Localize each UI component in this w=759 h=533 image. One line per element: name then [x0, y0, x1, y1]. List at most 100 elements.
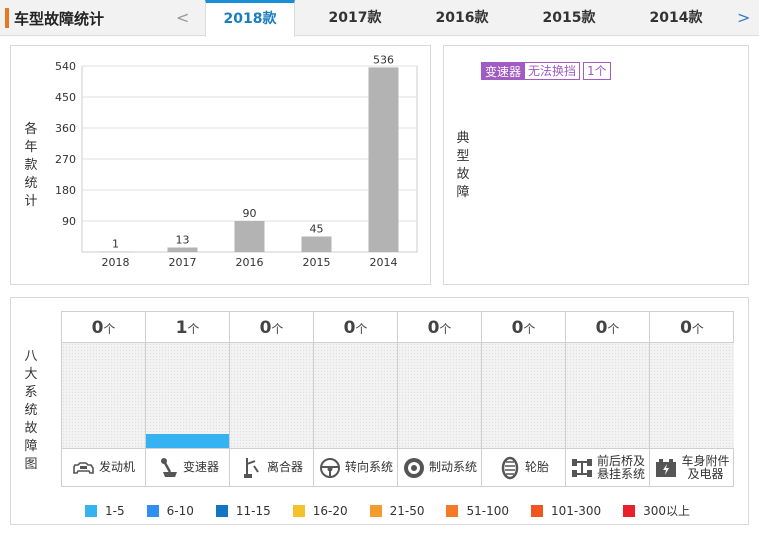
typical-fault-tag[interactable]: 变速器 无法换挡 1个: [481, 62, 611, 80]
system-count: 0个: [230, 312, 313, 343]
system-transmission[interactable]: 1个 变速器: [146, 312, 230, 486]
legend-label: 6-10: [166, 503, 194, 518]
system-bar-area: [230, 343, 313, 448]
typical-faults-side-label: 典型故障: [456, 131, 470, 200]
count-value: 0: [511, 318, 524, 338]
legend-swatch: [446, 504, 459, 517]
system-steering[interactable]: 0个 转向系统: [314, 312, 398, 486]
count-unit: 个: [271, 322, 284, 336]
count-unit: 个: [187, 322, 200, 336]
title-accent-bar: [5, 8, 9, 28]
legend-item: 6-10: [146, 502, 194, 519]
system-count: 0个: [566, 312, 649, 343]
legend-item: 1-5: [85, 502, 125, 519]
system-brake[interactable]: 0个 制动系统: [398, 312, 482, 486]
system-label: 转向系统: [314, 448, 397, 486]
system-bar-area: [62, 343, 145, 448]
header: 车型故障统计 < 2018款 2017款 2016款 2015款 2014款 >: [0, 0, 759, 37]
legend-swatch: [623, 504, 636, 517]
legend-swatch: [215, 504, 228, 517]
system-engine[interactable]: 0个 发动机: [62, 312, 146, 486]
system-body-electrical[interactable]: 0个 车身附件 及电器: [650, 312, 734, 486]
system-tire[interactable]: 0个 轮胎: [482, 312, 566, 486]
legend-item: 11-15: [215, 502, 271, 519]
axle-suspension-icon: [571, 458, 592, 477]
y-tick-label: 450: [55, 91, 76, 104]
count-value: 0: [91, 318, 104, 338]
systems-grid: 0个 发动机 1个 变速器 0个 离合器 0个 转向系统 0个 制动系统 0个 …: [61, 311, 734, 487]
page-title: 车型故障统计: [14, 9, 105, 28]
tab-2016[interactable]: 2016款: [417, 0, 507, 36]
bar-value-label: 45: [310, 223, 324, 236]
system-label: 制动系统: [398, 448, 481, 486]
y-tick-label: 180: [55, 184, 76, 197]
system-name: 发动机: [98, 460, 135, 474]
system-level-fill: [146, 434, 229, 448]
system-label: 离合器: [230, 448, 313, 486]
legend-label: 1-5: [105, 503, 125, 518]
system-label: 发动机: [62, 448, 145, 486]
count-unit: 个: [691, 322, 704, 336]
x-tick-label: 2018: [102, 256, 130, 269]
legend-swatch: [85, 504, 97, 517]
gear-shift-icon: [160, 457, 177, 477]
prev-arrow-icon[interactable]: <: [176, 8, 189, 27]
system-name: 制动系统: [428, 460, 477, 474]
yearly-chart-panel: 各年款统计 90 180 270 360 450 540 1 2018 13 2017 90 2016…: [10, 45, 431, 285]
system-count: 1个: [146, 312, 229, 343]
legend-item: 51-100: [446, 502, 509, 519]
tire-icon: [501, 456, 519, 479]
system-count: 0个: [650, 312, 734, 343]
system-count: 0个: [398, 312, 481, 343]
system-name-line2: 及电器: [687, 466, 724, 481]
system-name-line2: 悬挂系统: [596, 466, 645, 481]
steering-wheel-icon: [319, 457, 340, 478]
bar-value-label: 1: [112, 238, 119, 251]
count-unit: 个: [355, 322, 368, 336]
bar: [368, 67, 399, 252]
system-clutch[interactable]: 0个 离合器: [230, 312, 314, 486]
system-name: 轮胎: [524, 460, 549, 474]
system-axle-suspension[interactable]: 0个 前后桥及 悬挂系统: [566, 312, 650, 486]
y-tick-label: 90: [62, 215, 76, 228]
fault-tag-category: 变速器: [481, 62, 526, 80]
system-name-line1: 前后桥及: [596, 453, 645, 468]
system-count: 0个: [314, 312, 397, 343]
tab-2018[interactable]: 2018款: [205, 0, 295, 37]
system-bar-area: [650, 343, 734, 448]
count-value: 0: [680, 318, 692, 338]
clutch-pedal-icon: [243, 457, 259, 478]
title-wrap: 车型故障统计: [5, 7, 104, 29]
legend-item: 101-300: [530, 502, 602, 519]
count-value: 0: [343, 318, 356, 338]
legend-label: 11-15: [235, 503, 271, 518]
count-unit: 个: [103, 322, 116, 336]
yearly-bar-chart: 90 180 270 360 450 540 1 2018 13 2017 90 2016 45 2015…: [55, 53, 418, 269]
legend-swatch: [369, 504, 382, 517]
system-bar-area: [398, 343, 481, 448]
count-unit: 个: [607, 322, 620, 336]
system-label: 车身附件 及电器: [650, 448, 734, 486]
y-tick-label: 270: [55, 153, 76, 166]
legend-item: 21-50: [369, 502, 424, 519]
count-value: 1: [175, 318, 188, 338]
count-unit: 个: [439, 322, 452, 336]
legend-item: 16-20: [292, 502, 348, 519]
next-arrow-icon[interactable]: >: [737, 8, 750, 27]
severity-legend: 1-5 6-10 11-15 16-20 21-50 51-100 101-30…: [85, 502, 712, 519]
bar: [167, 247, 198, 252]
tab-2017[interactable]: 2017款: [310, 0, 400, 36]
system-count: 0个: [482, 312, 565, 343]
tab-2015[interactable]: 2015款: [524, 0, 614, 36]
legend-label: 101-300: [550, 503, 602, 518]
system-bar-area: [146, 343, 229, 448]
battery-icon: [656, 458, 677, 477]
bar: [234, 221, 265, 252]
brake-disc-icon: [403, 457, 424, 478]
system-name: 车身附件 及电器: [681, 454, 729, 481]
fault-tag-count: 1个: [583, 62, 611, 80]
legend-label: 16-20: [312, 503, 348, 518]
system-bar-area: [566, 343, 649, 448]
tab-2014[interactable]: 2014款: [631, 0, 721, 36]
system-name: 转向系统: [344, 460, 393, 474]
